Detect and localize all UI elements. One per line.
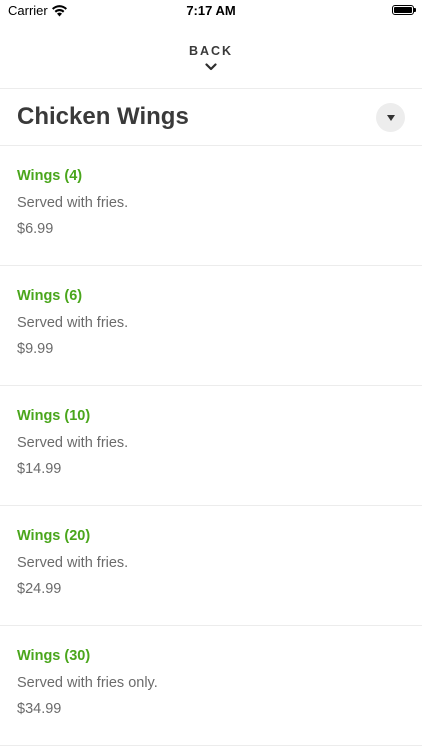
- item-name: Wings (10): [17, 408, 91, 424]
- clock-time: 7:17 AM: [186, 3, 236, 18]
- item-description: Served with fries only.: [17, 675, 158, 691]
- menu-item[interactable]: Wings (30) Served with fries only. $34.9…: [0, 626, 422, 746]
- category-dropdown-button[interactable]: [376, 103, 405, 132]
- item-price: $6.99: [17, 221, 54, 237]
- item-price: $9.99: [17, 341, 54, 357]
- item-description: Served with fries.: [17, 555, 129, 571]
- menu-item-list: Wings (4) Served with fries. $6.99 Wings…: [0, 146, 422, 746]
- item-description: Served with fries.: [17, 195, 129, 211]
- page-title: Chicken Wings: [17, 103, 189, 130]
- item-name: Wings (20): [17, 528, 91, 544]
- category-header: Chicken Wings: [0, 88, 422, 146]
- back-navigation[interactable]: BACK: [0, 42, 422, 71]
- item-description: Served with fries.: [17, 435, 129, 451]
- item-name: Wings (6): [17, 288, 83, 304]
- item-name: Wings (30): [17, 648, 91, 664]
- item-price: $34.99: [17, 701, 62, 717]
- menu-item[interactable]: Wings (6) Served with fries. $9.99: [0, 266, 422, 386]
- item-price: $24.99: [17, 581, 62, 597]
- item-description: Served with fries.: [17, 315, 129, 331]
- battery-icon: [392, 5, 416, 15]
- item-name: Wings (4): [17, 168, 83, 184]
- item-price: $14.99: [17, 461, 62, 477]
- status-bar: Carrier 7:17 AM: [0, 0, 422, 24]
- menu-item[interactable]: Wings (4) Served with fries. $6.99: [0, 146, 422, 266]
- chevron-down-icon[interactable]: [205, 63, 217, 71]
- menu-item[interactable]: Wings (10) Served with fries. $14.99: [0, 386, 422, 506]
- menu-item[interactable]: Wings (20) Served with fries. $24.99: [0, 506, 422, 626]
- triangle-down-icon: [386, 114, 395, 121]
- back-button[interactable]: BACK: [189, 44, 233, 58]
